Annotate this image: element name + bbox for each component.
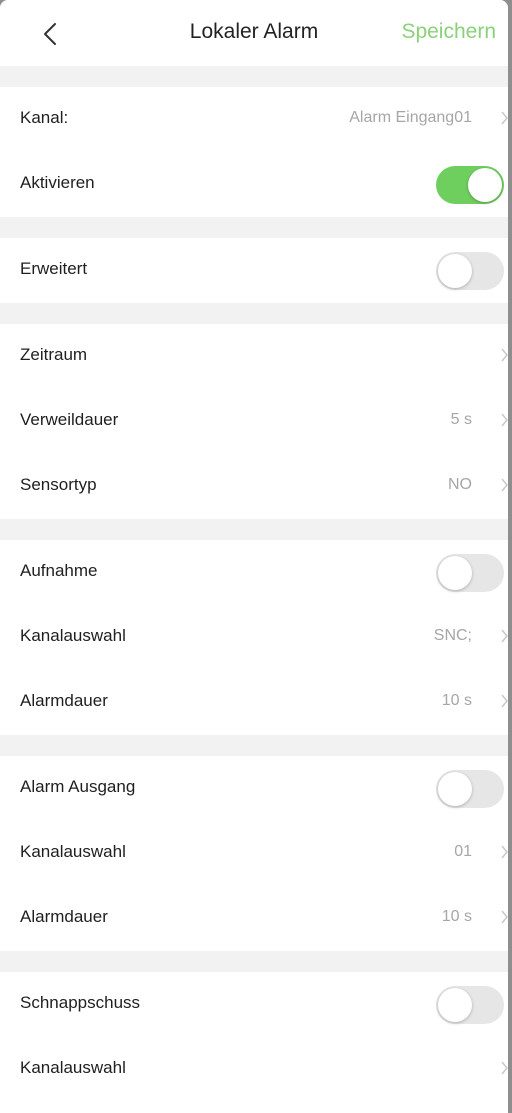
row-label: Aufnahme — [20, 561, 98, 580]
row-value: NO — [448, 476, 472, 493]
section-divider — [0, 735, 508, 756]
row-label: Kanal: — [20, 108, 69, 127]
row-value: Alarm Eingang01 — [349, 109, 472, 126]
chevron-right-icon — [501, 694, 508, 708]
toggle-knob — [468, 168, 502, 202]
row-aufnahme-alarmdauer[interactable]: Alarmdauer 10 s — [0, 670, 508, 735]
toggle-knob — [438, 772, 472, 806]
row-value: 10 s — [441, 908, 472, 925]
chevron-right-icon — [501, 478, 508, 492]
toggle-knob — [438, 254, 472, 288]
alarm-ausgang-toggle[interactable] — [436, 770, 504, 808]
row-label: Alarm Ausgang — [20, 777, 136, 796]
section-divider — [0, 951, 508, 972]
aktivieren-toggle[interactable] — [436, 166, 504, 204]
row-aufnahme-kanalauswahl[interactable]: Kanalauswahl SNC; — [0, 605, 508, 670]
row-label: Alarmdauer — [20, 907, 108, 926]
row-aktivieren: Aktivieren — [0, 152, 508, 217]
section-divider — [0, 217, 508, 238]
row-label: Alarmdauer — [20, 691, 108, 710]
chevron-right-icon — [501, 413, 508, 427]
row-erweitert: Erweitert — [0, 238, 508, 303]
row-schnapp-kanalauswahl[interactable]: Kanalauswahl — [0, 1037, 508, 1102]
chevron-right-icon — [501, 845, 508, 859]
row-zeitraum[interactable]: Zeitraum — [0, 324, 508, 389]
row-sensortyp[interactable]: Sensortyp NO — [0, 454, 508, 519]
row-label: Sensortyp — [20, 475, 97, 494]
row-value: 10 s — [441, 692, 472, 709]
section-divider — [0, 66, 508, 87]
row-label: Kanalauswahl — [20, 626, 126, 645]
erweitert-toggle[interactable] — [436, 252, 504, 290]
chevron-right-icon — [501, 348, 508, 362]
section-divider — [0, 519, 508, 540]
row-label: Kanalauswahl — [20, 842, 126, 861]
row-value: 5 s — [450, 411, 472, 428]
row-ausgang-kanalauswahl[interactable]: Kanalauswahl 01 — [0, 821, 508, 886]
chevron-right-icon — [501, 629, 508, 643]
row-label: Kanalauswahl — [20, 1058, 126, 1077]
save-button[interactable]: Speichern — [401, 20, 496, 44]
row-label: Zeitraum — [20, 345, 88, 364]
toggle-knob — [438, 556, 472, 590]
row-value: 01 — [454, 843, 472, 860]
section-divider — [0, 303, 508, 324]
screen: Lokaler Alarm Speichern Kanal: Alarm Ein… — [0, 0, 508, 1113]
aufnahme-toggle[interactable] — [436, 554, 504, 592]
row-schnappschuss: Schnappschuss — [0, 972, 508, 1037]
row-label: Schnappschuss — [20, 993, 141, 1012]
toggle-knob — [438, 988, 472, 1022]
row-verweildauer[interactable]: Verweildauer 5 s — [0, 389, 508, 454]
schnappschuss-toggle[interactable] — [436, 986, 504, 1024]
chevron-right-icon — [501, 1061, 508, 1075]
navigation-bar: Lokaler Alarm Speichern — [0, 0, 508, 66]
row-aufnahme: Aufnahme — [0, 540, 508, 605]
row-kanal[interactable]: Kanal: Alarm Eingang01 — [0, 87, 508, 152]
row-ausgang-alarmdauer[interactable]: Alarmdauer 10 s — [0, 886, 508, 951]
chevron-right-icon — [501, 910, 508, 924]
row-value: SNC; — [433, 627, 472, 644]
row-label: Aktivieren — [20, 173, 95, 192]
row-label: Erweitert — [20, 259, 88, 278]
chevron-right-icon — [501, 111, 508, 125]
row-label: Verweildauer — [20, 410, 119, 429]
row-alarm-ausgang: Alarm Ausgang — [0, 756, 508, 821]
